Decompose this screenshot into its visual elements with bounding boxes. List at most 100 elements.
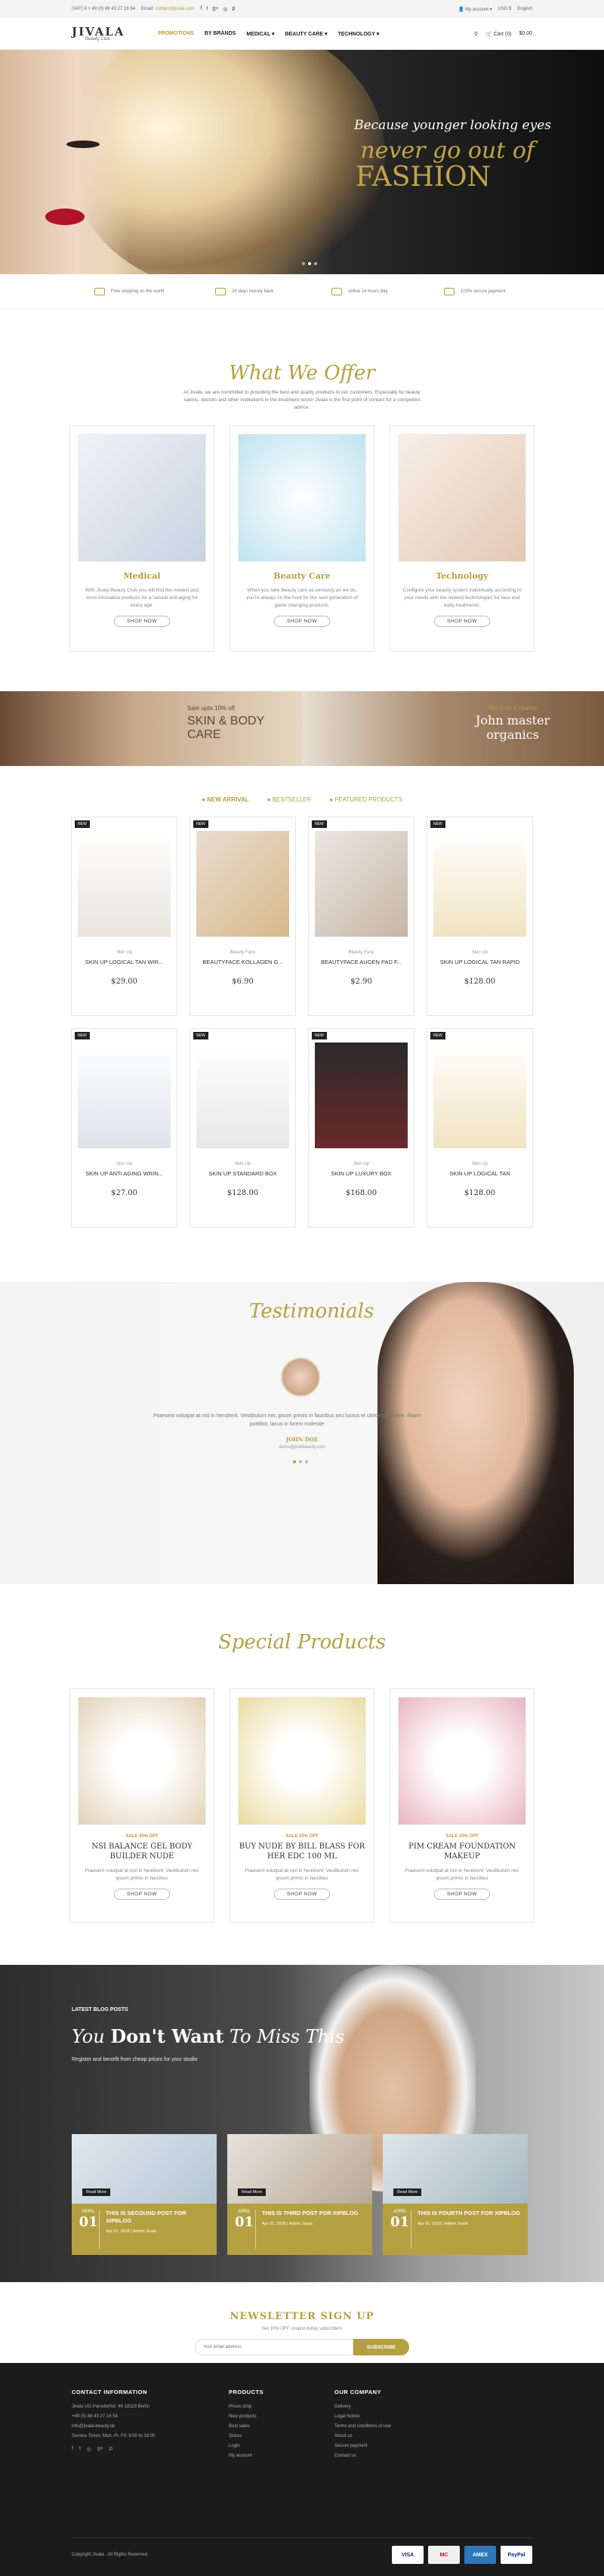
email-field[interactable] <box>194 2339 353 2355</box>
read-more-button[interactable]: Read More <box>393 2188 422 2196</box>
shop-now-button[interactable]: SHOP NOW <box>434 616 490 627</box>
footer-link[interactable]: Secure payment <box>334 2444 391 2448</box>
hero-model-image <box>0 50 128 274</box>
hero-slider[interactable]: Because younger looking eyes never go ou… <box>0 50 604 274</box>
cart-button[interactable]: 🛒 Cart (0) <box>485 31 511 37</box>
shop-now-button[interactable]: SHOP NOW <box>274 1889 330 1900</box>
product-card[interactable]: NEW Skin Up SKIN UP STANDARD BOX $128.00 <box>190 1028 296 1228</box>
footer-link[interactable]: Legal Notice <box>334 2414 391 2419</box>
special-product-card[interactable]: SALE 20% OFF BUY NUDE BY BILL BLASS FOR … <box>230 1688 374 1923</box>
footer-link[interactable]: New products <box>229 2414 334 2419</box>
twitter-icon[interactable]: t <box>79 2446 81 2452</box>
shop-now-button[interactable]: SHOP NOW <box>274 616 330 627</box>
language-select[interactable]: English <box>517 7 532 11</box>
special-product-card[interactable]: SALE 30% OFF NSI BALANCE GEL BODY BUILDE… <box>69 1688 214 1923</box>
nav-promotions[interactable]: PROMOTIONS <box>158 31 194 37</box>
footer-link[interactable]: Prices drop <box>229 2405 334 2409</box>
googleplus-icon[interactable]: g+ <box>97 2446 103 2452</box>
product-card[interactable]: NEW Skin Up SKIN UP LOGICAL TAN WIR... $29.… <box>71 817 177 1016</box>
testimonial-author: JOHN DOE <box>285 1436 319 1443</box>
promo-banner-john-master[interactable]: We love Creams John master organics <box>302 691 604 766</box>
section-title: Testimonials <box>249 1300 374 1323</box>
blog-label: LATEST BLOG POSTS <box>72 2007 128 2012</box>
offer-card-medical[interactable]: Medical With Jivala Beauty Club you will… <box>69 425 214 652</box>
email-label: Email: <box>141 7 154 11</box>
nav-by-brands[interactable]: BY BRANDS <box>205 31 236 37</box>
blog-headline: You Don't Want To Miss This <box>72 2025 345 2047</box>
footer-company: OUR COMPANY Delivery Legal Notice Terms … <box>334 2389 391 2458</box>
facebook-icon[interactable]: f <box>200 6 202 12</box>
footer-link[interactable]: Login <box>229 2444 334 2448</box>
shop-now-button[interactable]: SHOP NOW <box>114 616 170 627</box>
product-card[interactable]: NEW Beauty Face BEAUTYFACE AUGEN PAD F... $… <box>308 817 414 1016</box>
money-icon <box>215 287 226 295</box>
tab-featured[interactable]: ● FEATURED PRODUCTS <box>329 796 402 803</box>
blog-post-card[interactable]: Read More APRIL 01 THIS IS THIRD POST FOR … <box>227 2134 372 2255</box>
section-title: Special Products <box>217 1631 387 1654</box>
mastercard-icon: MC <box>428 2546 460 2564</box>
footer-link[interactable]: My account <box>229 2454 334 2458</box>
testimonial-email: demo@jivalbeauty.com <box>278 1445 325 1450</box>
blog-subtitle: Register and benefit from cheap prices f… <box>72 2057 198 2062</box>
product-card[interactable]: NEW Skin Up SKIN UP LOGICAL TAN $128.00 <box>427 1028 533 1228</box>
blog-section: LATEST BLOG POSTS You Don't Want To Miss… <box>0 1965 604 2282</box>
currency-select[interactable]: USD $ <box>498 7 512 11</box>
footer-link[interactable]: Stores <box>229 2434 334 2439</box>
visa-icon: VISA <box>392 2546 424 2564</box>
subscribe-button[interactable]: SUBSCRIBE <box>353 2339 410 2355</box>
nav-beauty-care[interactable]: BEAUTY CARE ▾ <box>285 31 328 37</box>
newsletter-subtitle: Get 10% OFF coupon today subscribers <box>261 2327 343 2331</box>
product-card[interactable]: NEW Beauty Face BEAUTYFACE KOLLAGEN G... $6… <box>190 817 296 1016</box>
section-intro: At Jivala, we are committed to providing… <box>183 390 421 410</box>
product-card[interactable]: NEW Skin Up SKIN UP LOGICAL TAN RAPID $128.… <box>427 817 533 1016</box>
social-links: f t g+ ◎ p <box>200 6 235 12</box>
slider-dots[interactable] <box>293 1460 308 1463</box>
product-card[interactable]: NEW Skin Up SKIN UP ANTI AGING WRIN... $27.… <box>71 1028 177 1228</box>
blog-post-card[interactable]: Read More APRIL 01 THIS IS SECOUND POST FO… <box>72 2134 217 2255</box>
nav-medical[interactable]: MEDICAL ▾ <box>246 31 274 37</box>
offer-card-technology[interactable]: Technology Configure your beauty system … <box>390 425 535 652</box>
special-product-card[interactable]: SALE 20% OFF PIM CREAM FOUNDATION MAKEUP… <box>390 1688 535 1923</box>
footer-link[interactable]: About us <box>334 2434 391 2439</box>
promo-banners: Sale upto 10% off SKIN & BODY CARE We lo… <box>0 691 604 766</box>
googleplus-icon[interactable]: g+ <box>212 6 218 12</box>
feature-support: online 24 hours day <box>302 287 418 295</box>
top-bar: (VAT) 6 + 49 (0) 89 43 27 16 54 Email: c… <box>0 0 604 18</box>
tab-new-arrival[interactable]: ● NEW ARRIVAL <box>202 796 249 803</box>
hero-line-3: FASHION <box>355 162 491 193</box>
search-icon[interactable]: ⚲ <box>474 31 478 37</box>
footer-link[interactable]: Terms and conditions of use <box>334 2424 391 2429</box>
tab-bestseller[interactable]: ● BESTSELLER <box>267 796 312 803</box>
instagram-icon[interactable]: ◎ <box>87 2446 91 2452</box>
shop-now-button[interactable]: SHOP NOW <box>434 1889 490 1900</box>
promo-banner-skin-body[interactable]: Sale upto 10% off SKIN & BODY CARE <box>0 691 302 766</box>
shield-icon <box>443 287 455 295</box>
blog-post-card[interactable]: Read More APRIL 01 THIS IS FOURTH POST FOR… <box>383 2134 528 2255</box>
footer-link[interactable]: Contact us <box>334 2454 391 2458</box>
footer: CONTACT INFORMATION Jivala UG Pansdorfst… <box>0 2363 604 2576</box>
product-grid: NEW Skin Up SKIN UP LOGICAL TAN WIR... $29.… <box>0 817 604 1228</box>
email-link[interactable]: contact@jivala.com <box>155 7 194 11</box>
read-more-button[interactable]: Read More <box>82 2188 111 2196</box>
pinterest-icon[interactable]: p <box>232 6 235 12</box>
footer-link[interactable]: Best sales <box>229 2424 334 2429</box>
account-menu[interactable]: 👤 My account ▾ <box>458 7 492 12</box>
truck-icon <box>94 287 105 295</box>
paypal-icon: PayPal <box>501 2546 532 2564</box>
what-we-offer-section: What We Offer At Jivala, we are committe… <box>0 362 604 652</box>
payment-methods: VISA MC AMEX PayPal <box>392 2546 532 2564</box>
pinterest-icon[interactable]: p <box>109 2446 112 2452</box>
twitter-icon[interactable]: t <box>206 6 208 12</box>
clock-icon <box>331 287 343 295</box>
product-card[interactable]: NEW Skin Up SKIN UP LUXURY BOX $168.00 <box>308 1028 414 1228</box>
read-more-button[interactable]: Read More <box>238 2188 267 2196</box>
logo[interactable]: JIVALA Beauty Club <box>72 26 140 42</box>
offer-card-beauty-care[interactable]: Beauty Care When you take Beauty care as… <box>230 425 374 652</box>
footer-link[interactable]: Delivery <box>334 2405 391 2409</box>
slider-dots[interactable] <box>302 262 317 265</box>
feature-money-back: 30 days money back <box>187 287 303 295</box>
nav-technology[interactable]: TECHNOLOGY ▾ <box>337 31 379 37</box>
shop-now-button[interactable]: SHOP NOW <box>114 1889 170 1900</box>
facebook-icon[interactable]: f <box>72 2446 73 2452</box>
instagram-icon[interactable]: ◎ <box>223 6 227 12</box>
